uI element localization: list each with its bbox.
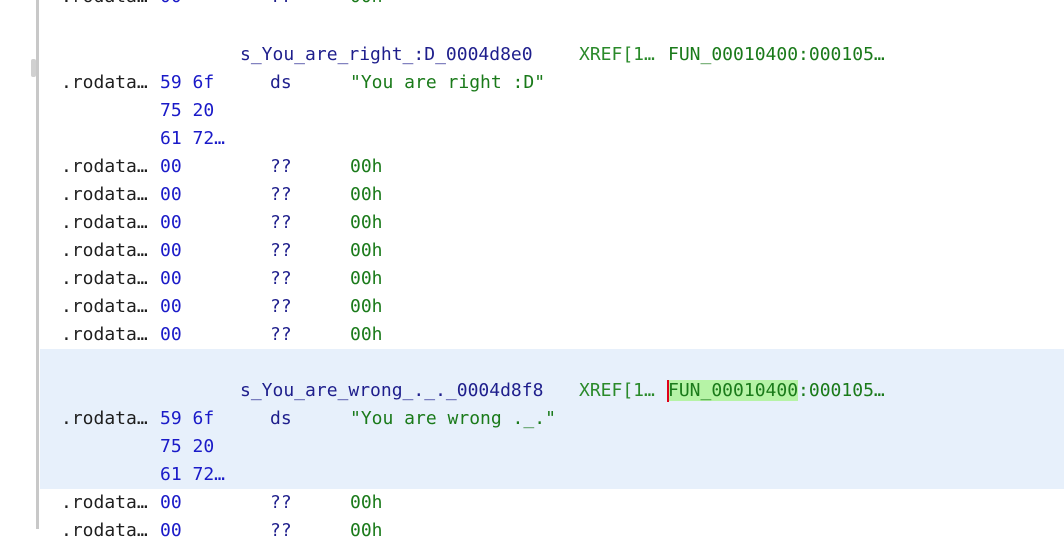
operand[interactable]: 00h (350, 269, 383, 289)
mnemonic[interactable]: ?? (270, 269, 292, 289)
mnemonic[interactable]: ?? (270, 213, 292, 233)
mnemonic[interactable]: ?? (270, 521, 292, 541)
mnemonic[interactable]: ?? (270, 297, 292, 317)
listing-row-continuation[interactable]: 61 72… (0, 461, 1064, 489)
section-name[interactable]: .rodata… (61, 409, 148, 429)
section-name[interactable]: .rodata… (61, 0, 148, 7)
string-label[interactable]: s_You_are_right_:D_0004d8e0 (240, 45, 533, 65)
operand[interactable]: "You are wrong ._." (350, 409, 556, 429)
hex-bytes[interactable]: 00 (160, 493, 182, 513)
listing-row-continuation[interactable]: 61 72… (0, 125, 1064, 153)
listing-row[interactable]: .rodata… 00?? 00h (0, 293, 1064, 321)
hex-bytes[interactable]: 00 (160, 241, 182, 261)
mnemonic[interactable]: ?? (270, 493, 292, 513)
operand[interactable]: 00h (350, 157, 383, 177)
hex-bytes[interactable]: 00 (160, 0, 182, 7)
section-name[interactable]: .rodata… (61, 493, 148, 513)
listing-row[interactable]: .rodata… 59 6f ds "You are wrong ._." (0, 405, 1064, 433)
operand[interactable]: 00h (350, 0, 383, 7)
text-cursor (667, 380, 669, 402)
listing-row[interactable]: .rodata… 00?? 00h (0, 0, 1064, 11)
xref-function-ref[interactable]: FUN_00010400:000105… (668, 45, 885, 65)
hex-bytes[interactable]: 00 (160, 185, 182, 205)
operand[interactable]: 00h (350, 325, 383, 345)
xref-function-ref[interactable]: FUN_00010400:000105… (668, 380, 885, 401)
mnemonic[interactable]: ?? (270, 157, 292, 177)
mnemonic[interactable]: ds (270, 73, 292, 93)
xref-link[interactable]: XREF[1… (579, 45, 655, 65)
section-name[interactable]: .rodata… (61, 521, 148, 541)
mnemonic[interactable]: ?? (270, 185, 292, 205)
operand[interactable]: 00h (350, 521, 383, 541)
listing-row[interactable]: .rodata… 00?? 00h (0, 237, 1064, 265)
listing-row[interactable]: .rodata… 00?? 00h (0, 181, 1064, 209)
operand[interactable]: 00h (350, 185, 383, 205)
function-offset[interactable]: :000105… (798, 380, 885, 401)
function-offset[interactable]: :000105… (798, 44, 885, 65)
section-name[interactable]: .rodata… (61, 73, 148, 93)
operand[interactable]: 00h (350, 297, 383, 317)
hex-bytes[interactable]: 00 (160, 297, 182, 317)
hex-bytes[interactable]: 61 72… (160, 129, 225, 149)
xref-link[interactable]: XREF[1… (579, 381, 655, 401)
section-name[interactable]: .rodata… (61, 185, 148, 205)
function-name[interactable]: FUN_00010400 (668, 44, 798, 65)
hex-bytes[interactable]: 00 (160, 269, 182, 289)
hex-bytes[interactable]: 59 6f (160, 409, 214, 429)
section-name[interactable]: .rodata… (61, 157, 148, 177)
listing-row[interactable]: .rodata… 00?? 00h (0, 209, 1064, 237)
section-name[interactable]: .rodata… (61, 297, 148, 317)
section-name[interactable]: .rodata… (61, 269, 148, 289)
listing-row[interactable]: .rodata… 59 6f ds "You are right :D" (0, 69, 1064, 97)
listing-row[interactable]: .rodata… 00?? 00h (0, 321, 1064, 349)
hex-bytes[interactable]: 00 (160, 213, 182, 233)
mnemonic[interactable]: ds (270, 409, 292, 429)
hex-bytes[interactable]: 75 20 (160, 437, 214, 457)
mnemonic[interactable]: ?? (270, 241, 292, 261)
section-name[interactable]: .rodata… (61, 241, 148, 261)
listing-row[interactable]: .rodata… 00?? 00h (0, 489, 1064, 517)
mnemonic[interactable]: ?? (270, 325, 292, 345)
operand[interactable]: 00h (350, 213, 383, 233)
listing-row-continuation[interactable]: 75 20 (0, 433, 1064, 461)
hex-bytes[interactable]: 00 (160, 325, 182, 345)
operand[interactable]: 00h (350, 241, 383, 261)
operand[interactable]: 00h (350, 493, 383, 513)
hex-bytes[interactable]: 00 (160, 157, 182, 177)
section-name[interactable]: .rodata… (61, 325, 148, 345)
hex-bytes[interactable]: 00 (160, 521, 182, 541)
string-label[interactable]: s_You_are_wrong_._._0004d8f8 (240, 381, 543, 401)
section-name[interactable]: .rodata… (61, 213, 148, 233)
label-row[interactable]: s_You_are_wrong_._._0004d8f8 XREF[1… FUN_0… (0, 377, 1064, 405)
listing-row-continuation[interactable]: 75 20 (0, 97, 1064, 125)
listing-row[interactable]: .rodata… 00?? 00h (0, 153, 1064, 181)
hex-bytes[interactable]: 75 20 (160, 101, 214, 121)
hex-bytes[interactable]: 61 72… (160, 465, 225, 485)
listing-row[interactable]: .rodata… 00?? 00h (0, 265, 1064, 293)
operand[interactable]: "You are right :D" (350, 73, 545, 93)
function-name[interactable]: FUN_00010400 (668, 380, 799, 401)
mnemonic[interactable]: ?? (270, 0, 292, 7)
hex-bytes[interactable]: 59 6f (160, 73, 214, 93)
listing-row[interactable]: .rodata… 00?? 00h (0, 517, 1064, 545)
label-row[interactable]: s_You_are_right_:D_0004d8e0 XREF[1… FUN_00… (0, 41, 1064, 69)
